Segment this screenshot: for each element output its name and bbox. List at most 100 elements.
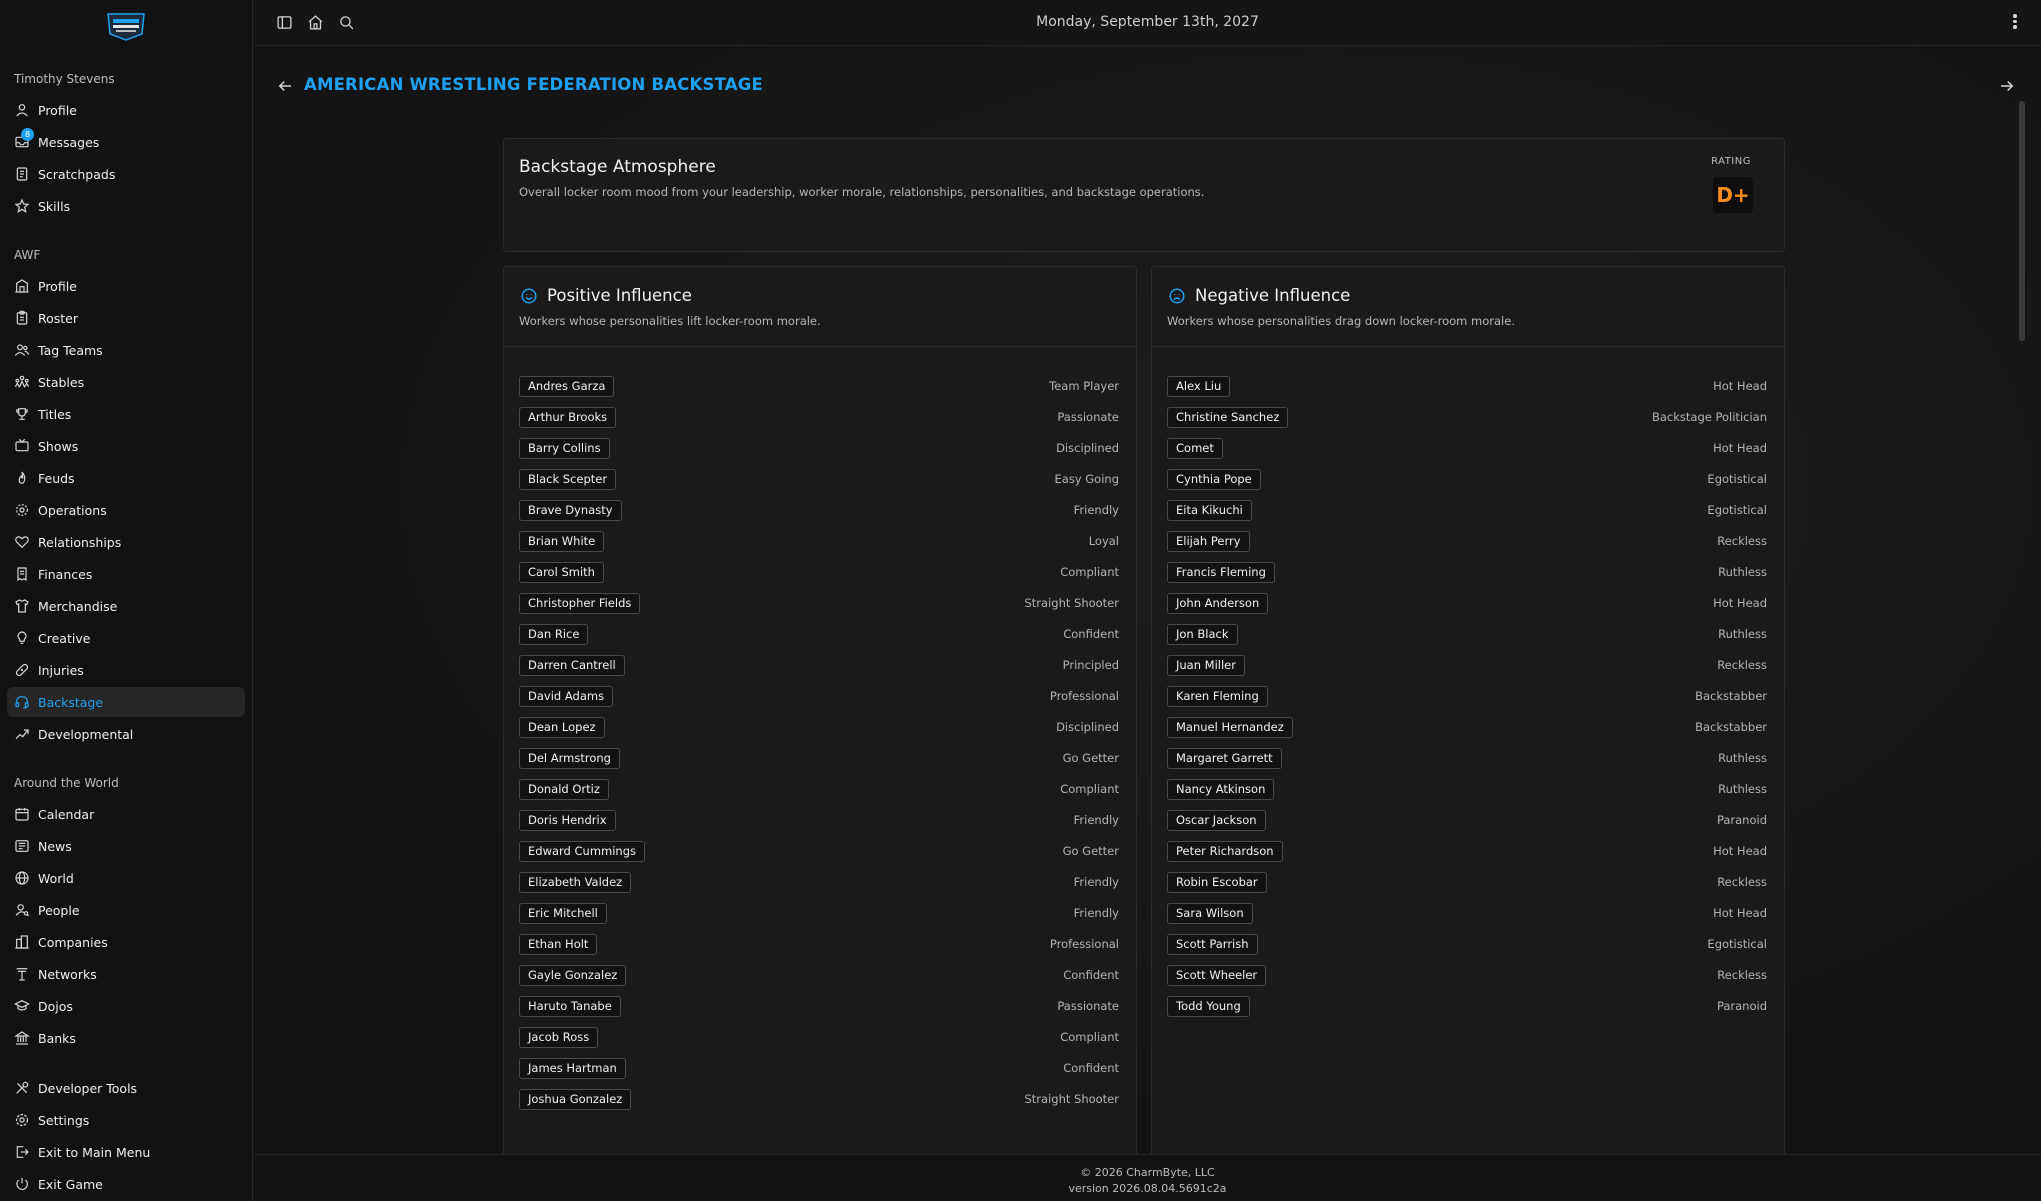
sidebar-item-awf-stables[interactable]: Stables xyxy=(7,367,245,397)
worker-trait: Hot Head xyxy=(1713,441,1767,455)
sidebar-item-label: Relationships xyxy=(38,534,122,550)
more-menu-icon[interactable] xyxy=(2013,12,2019,32)
worker-name-chip[interactable]: Barry Collins xyxy=(519,438,610,459)
worker-name-chip[interactable]: Haruto Tanabe xyxy=(519,996,621,1017)
worker-name-chip[interactable]: Arthur Brooks xyxy=(519,407,617,428)
worker-name-chip[interactable]: James Hartman xyxy=(519,1058,626,1079)
sidebar-item-label: Networks xyxy=(38,966,97,982)
positive-worker-row: Eric Mitchell Friendly xyxy=(519,903,1121,934)
worker-name-chip[interactable]: Brave Dynasty xyxy=(519,500,622,521)
sidebar-item-awf-profile[interactable]: Profile xyxy=(7,271,245,301)
exit-icon xyxy=(14,1144,30,1160)
worker-name-chip[interactable]: Manuel Hernandez xyxy=(1167,717,1293,738)
worker-name-chip[interactable]: Juan Miller xyxy=(1167,655,1245,676)
worker-name-chip[interactable]: Todd Young xyxy=(1167,996,1250,1017)
worker-name-chip[interactable]: Black Scepter xyxy=(519,469,617,490)
worker-name-chip[interactable]: Alex Liu xyxy=(1167,376,1231,397)
worker-name-chip[interactable]: Dan Rice xyxy=(519,624,589,645)
worker-name-chip[interactable]: Dean Lopez xyxy=(519,717,605,738)
positive-worker-row: Andres Garza Team Player xyxy=(519,376,1121,407)
rating-label: RATING xyxy=(1711,156,1751,167)
worker-name-chip[interactable]: Robin Escobar xyxy=(1167,872,1267,893)
worker-name-chip[interactable]: Carol Smith xyxy=(519,562,604,583)
positive-worker-row: Brian White Loyal xyxy=(519,531,1121,562)
sidebar-item-system-exit-to-main-menu[interactable]: Exit to Main Menu xyxy=(7,1137,245,1167)
main-scrollbar[interactable] xyxy=(2019,101,2025,341)
sidebar-item-awf-relationships[interactable]: Relationships xyxy=(7,527,245,557)
worker-name-chip[interactable]: Margaret Garrett xyxy=(1167,748,1282,769)
worker-name-chip[interactable]: Oscar Jackson xyxy=(1167,810,1266,831)
worker-name-chip[interactable]: Joshua Gonzalez xyxy=(519,1089,632,1110)
worker-trait: Ruthless xyxy=(1718,751,1767,765)
worker-name-chip[interactable]: Brian White xyxy=(519,531,605,552)
sidebar-item-awf-creative[interactable]: Creative xyxy=(7,623,245,653)
worker-name-chip[interactable]: Elizabeth Valdez xyxy=(519,872,632,893)
worker-name-chip[interactable]: Christopher Fields xyxy=(519,593,641,614)
sidebar-item-world-companies[interactable]: Companies xyxy=(7,927,245,957)
sidebar-item-system-exit-game[interactable]: Exit Game xyxy=(7,1169,245,1199)
positive-worker-row: Christopher Fields Straight Shooter xyxy=(519,593,1121,624)
sidebar-item-system-developer-tools[interactable]: Developer Tools xyxy=(7,1073,245,1103)
sidebar-item-user-profile[interactable]: Profile xyxy=(7,95,245,125)
worker-name-chip[interactable]: John Anderson xyxy=(1167,593,1269,614)
worker-name-chip[interactable]: Nancy Atkinson xyxy=(1167,779,1275,800)
sidebar-item-world-calendar[interactable]: Calendar xyxy=(7,799,245,829)
forward-arrow-icon[interactable] xyxy=(1998,77,2016,95)
game-logo[interactable] xyxy=(104,10,148,42)
negative-influence-header: Negative Influence Workers whose persona… xyxy=(1152,267,1784,347)
sidebar-item-system-settings[interactable]: Settings xyxy=(7,1105,245,1135)
sidebar-item-awf-roster[interactable]: Roster xyxy=(7,303,245,333)
sidebar-item-label: Profile xyxy=(38,278,77,294)
worker-trait: Confident xyxy=(1063,968,1119,982)
sidebar-item-label: Merchandise xyxy=(38,598,118,614)
sidebar-item-awf-operations[interactable]: Operations xyxy=(7,495,245,525)
worker-name-chip[interactable]: Eric Mitchell xyxy=(519,903,607,924)
worker-name-chip[interactable]: Sara Wilson xyxy=(1167,903,1253,924)
positive-worker-row: Dan Rice Confident xyxy=(519,624,1121,655)
worker-name-chip[interactable]: Gayle Gonzalez xyxy=(519,965,627,986)
worker-name-chip[interactable]: Francis Fleming xyxy=(1167,562,1275,583)
worker-name-chip[interactable]: Scott Parrish xyxy=(1167,934,1258,955)
worker-name-chip[interactable]: Christine Sanchez xyxy=(1167,407,1289,428)
sidebar-item-awf-injuries[interactable]: Injuries xyxy=(7,655,245,685)
worker-name-chip[interactable]: Doris Hendrix xyxy=(519,810,616,831)
sidebar-item-awf-merchandise[interactable]: Merchandise xyxy=(7,591,245,621)
sidebar-item-user-skills[interactable]: Skills xyxy=(7,191,245,221)
worker-name-chip[interactable]: Donald Ortiz xyxy=(519,779,609,800)
worker-name-chip[interactable]: Karen Fleming xyxy=(1167,686,1268,707)
sidebar-item-awf-tag-teams[interactable]: Tag Teams xyxy=(7,335,245,365)
sidebar-item-world-networks[interactable]: Networks xyxy=(7,959,245,989)
sidebar-item-awf-finances[interactable]: Finances xyxy=(7,559,245,589)
worker-name-chip[interactable]: Del Armstrong xyxy=(519,748,620,769)
sidebar-item-awf-developmental[interactable]: Developmental xyxy=(7,719,245,749)
worker-name-chip[interactable]: Scott Wheeler xyxy=(1167,965,1267,986)
worker-name-chip[interactable]: Jacob Ross xyxy=(519,1027,599,1048)
worker-name-chip[interactable]: Cynthia Pope xyxy=(1167,469,1261,490)
sidebar-item-awf-shows[interactable]: Shows xyxy=(7,431,245,461)
sidebar-item-world-dojos[interactable]: Dojos xyxy=(7,991,245,1021)
worker-name-chip[interactable]: Andres Garza xyxy=(519,376,615,397)
worker-name-chip[interactable]: David Adams xyxy=(519,686,614,707)
worker-name-chip[interactable]: Peter Richardson xyxy=(1167,841,1283,862)
sidebar-item-user-messages[interactable]: 8 Messages xyxy=(7,127,245,157)
sidebar-item-world-world[interactable]: World xyxy=(7,863,245,893)
worker-name-chip[interactable]: Ethan Holt xyxy=(519,934,598,955)
sidebar-item-awf-backstage[interactable]: Backstage xyxy=(7,687,245,717)
sidebar-item-user-scratchpads[interactable]: Scratchpads xyxy=(7,159,245,189)
worker-name-chip[interactable]: Eita Kikuchi xyxy=(1167,500,1252,521)
worker-name-chip[interactable]: Jon Black xyxy=(1167,624,1238,645)
worker-name-chip[interactable]: Elijah Perry xyxy=(1167,531,1250,552)
worker-name-chip[interactable]: Comet xyxy=(1167,438,1223,459)
sidebar-item-awf-feuds[interactable]: Feuds xyxy=(7,463,245,493)
worker-name-chip[interactable]: Darren Cantrell xyxy=(519,655,625,676)
copyright-text: © 2026 CharmByte, LLC xyxy=(1080,1166,1215,1179)
sidebar-item-label: Settings xyxy=(38,1112,90,1128)
sidebar-item-world-banks[interactable]: Banks xyxy=(7,1023,245,1053)
sidebar-item-awf-titles[interactable]: Titles xyxy=(7,399,245,429)
back-arrow-icon[interactable] xyxy=(276,77,294,95)
worker-name-chip[interactable]: Edward Cummings xyxy=(519,841,645,862)
sidebar-item-world-people[interactable]: People xyxy=(7,895,245,925)
worker-trait: Compliant xyxy=(1060,565,1119,579)
sidebar-item-world-news[interactable]: News xyxy=(7,831,245,861)
bandage-icon xyxy=(14,662,30,678)
